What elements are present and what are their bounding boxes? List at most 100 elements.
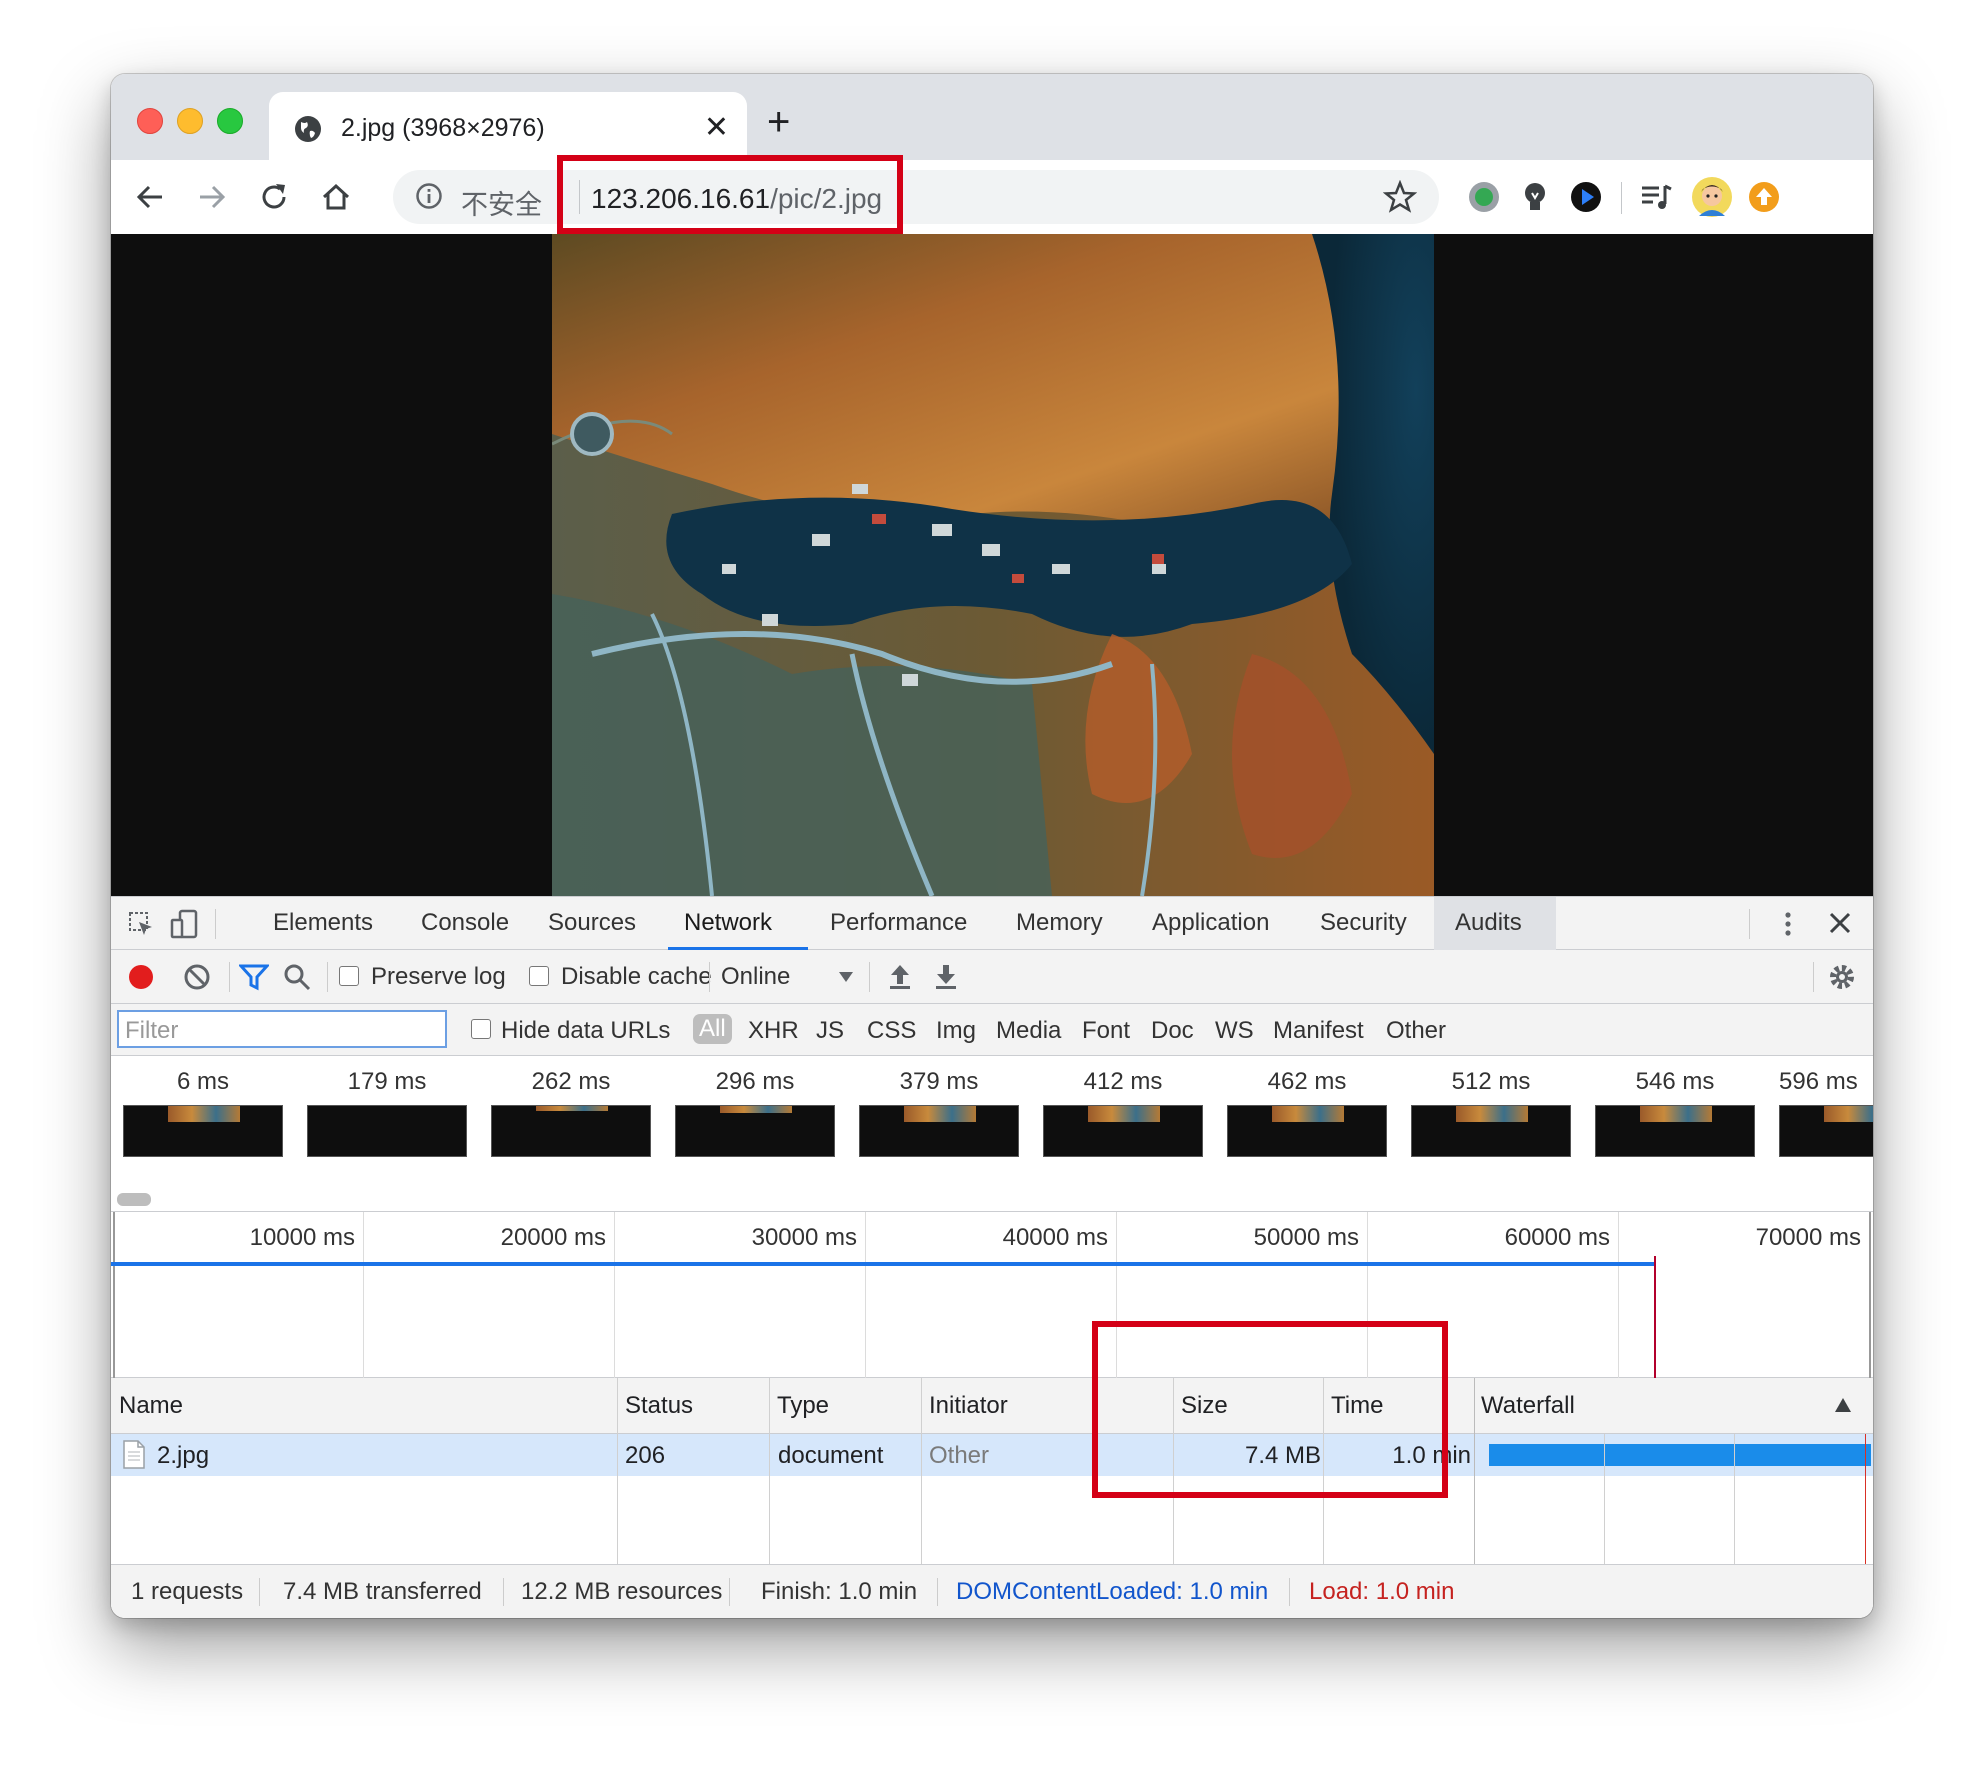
filter-type-font[interactable]: Font	[1082, 1017, 1130, 1045]
export-har-icon[interactable]	[933, 962, 959, 990]
close-tab-icon[interactable]: ✕	[704, 110, 729, 145]
overview-tick: 60000 ms	[1504, 1224, 1610, 1251]
bookmark-star-icon[interactable]	[1383, 180, 1417, 214]
hide-data-urls-label: Hide data URLs	[501, 1017, 671, 1044]
frame-time: 412 ms	[1083, 1068, 1163, 1095]
play-extension-icon[interactable]	[1567, 178, 1605, 216]
filter-type-xhr[interactable]: XHR	[748, 1017, 799, 1045]
overview-gridline	[865, 1212, 866, 1378]
network-overview-timeline[interactable]: 10000 ms 20000 ms 30000 ms 40000 ms 5000…	[111, 1212, 1873, 1378]
reload-button[interactable]	[251, 174, 297, 220]
close-devtools-icon[interactable]	[1829, 912, 1851, 934]
update-arrow-icon[interactable]	[1745, 178, 1783, 216]
chevron-down-icon[interactable]	[839, 972, 853, 982]
filter-type-ws[interactable]: WS	[1215, 1017, 1254, 1045]
record-icon[interactable]	[127, 963, 155, 991]
frame-thumbnail	[675, 1105, 835, 1157]
resources-size: 12.2 MB resources	[521, 1578, 723, 1605]
search-icon[interactable]	[283, 963, 311, 991]
filter-input[interactable]: Filter	[117, 1010, 447, 1048]
filter-funnel-icon[interactable]	[239, 963, 269, 991]
dom-content-loaded-time: DOMContentLoaded: 1.0 min	[956, 1578, 1269, 1605]
forward-button[interactable]	[189, 174, 235, 220]
waterfall-gridline	[1734, 1434, 1735, 1564]
aerial-photo-image	[552, 234, 1434, 896]
minimize-window-button[interactable]	[177, 108, 203, 134]
media-control-icon[interactable]	[1637, 178, 1675, 216]
tab-sources[interactable]: Sources	[548, 909, 636, 937]
filter-type-doc[interactable]: Doc	[1151, 1017, 1194, 1045]
lightbulb-extension-icon[interactable]	[1516, 178, 1554, 216]
info-icon[interactable]	[415, 182, 443, 210]
globe-icon	[295, 116, 321, 142]
toolbar-divider	[709, 962, 710, 992]
frame-time: 6 ms	[176, 1068, 229, 1095]
column-header-name[interactable]: Name	[119, 1392, 183, 1420]
sort-ascending-icon[interactable]	[1835, 1398, 1851, 1412]
overview-request-bar	[111, 1262, 1655, 1266]
request-table-header: Name Status Type Initiator Size Time Wat…	[111, 1378, 1873, 1434]
frame-time: 296 ms	[715, 1068, 795, 1095]
column-header-waterfall[interactable]: Waterfall	[1481, 1392, 1575, 1420]
filter-bar: Filter Hide data URLs All XHR JS CSS Img…	[111, 1004, 1873, 1056]
table-row[interactable]: 2.jpg 206 document Other 7.4 MB 1.0 min	[111, 1434, 1873, 1476]
inspect-element-icon[interactable]	[127, 910, 155, 938]
column-header-status[interactable]: Status	[625, 1392, 693, 1420]
gear-icon[interactable]	[1827, 962, 1857, 992]
disable-cache-label: Disable cache	[561, 963, 712, 990]
tab-audits[interactable]: Audits	[1455, 909, 1522, 937]
overview-tick: 20000 ms	[500, 1224, 606, 1251]
preserve-log-label: Preserve log	[371, 963, 506, 990]
hide-data-urls-checkbox[interactable]	[471, 1019, 491, 1039]
back-arrow-icon	[136, 185, 162, 209]
close-window-button[interactable]	[137, 108, 163, 134]
filter-type-media[interactable]: Media	[996, 1017, 1061, 1045]
filter-type-manifest[interactable]: Manifest	[1273, 1017, 1364, 1045]
filter-type-img[interactable]: Img	[936, 1017, 976, 1045]
tab-network[interactable]: Network	[684, 909, 772, 937]
device-toolbar-icon[interactable]	[169, 909, 199, 939]
security-label[interactable]: 不安全	[461, 183, 542, 222]
tab-console[interactable]: Console	[421, 909, 509, 937]
status-divider	[937, 1578, 938, 1606]
overview-tick: 10000 ms	[249, 1224, 355, 1251]
green-circle-extension-icon[interactable]	[1465, 178, 1503, 216]
column-header-type[interactable]: Type	[777, 1392, 829, 1420]
more-options-icon[interactable]	[1783, 910, 1793, 938]
filter-type-js[interactable]: JS	[816, 1017, 844, 1045]
overview-gridline	[1618, 1212, 1619, 1378]
tab-memory[interactable]: Memory	[1016, 909, 1103, 937]
frame-thumbnail	[1779, 1105, 1873, 1157]
scrollbar-thumb[interactable]	[117, 1193, 151, 1206]
throttling-select[interactable]: Online	[721, 963, 790, 991]
toolbar-divider	[1621, 182, 1622, 214]
preserve-log-checkbox[interactable]	[339, 966, 359, 986]
maximize-window-button[interactable]	[217, 108, 243, 134]
import-har-icon[interactable]	[887, 962, 913, 990]
browser-tab[interactable]: 2.jpg (3968×2976) ✕	[269, 92, 747, 160]
address-bar[interactable]: 不安全 123.206.16.61/pic/2.jpg	[393, 170, 1439, 224]
back-button[interactable]	[127, 174, 173, 220]
toolbar-divider	[869, 962, 870, 992]
column-divider	[1474, 1378, 1475, 1564]
tab-elements[interactable]: Elements	[273, 909, 373, 937]
profile-avatar[interactable]	[1691, 176, 1733, 218]
toolbar-divider	[229, 962, 230, 992]
tab-strip: 2.jpg (3968×2976) ✕ +	[111, 74, 1873, 160]
tab-application[interactable]: Application	[1152, 909, 1269, 937]
new-tab-button[interactable]: +	[767, 102, 790, 142]
filter-type-all[interactable]: All	[693, 1014, 732, 1044]
home-button[interactable]	[313, 174, 359, 220]
network-toolbar: Preserve log Disable cache Online	[111, 950, 1873, 1004]
tab-performance[interactable]: Performance	[830, 909, 967, 937]
load-event-marker	[1654, 1256, 1656, 1378]
transferred-size: 7.4 MB transferred	[283, 1578, 482, 1605]
filmstrip-scrollbar[interactable]	[111, 1184, 1873, 1212]
disable-cache-checkbox[interactable]	[529, 966, 549, 986]
column-header-initiator[interactable]: Initiator	[929, 1392, 1008, 1420]
clear-icon[interactable]	[183, 963, 211, 991]
tab-title: 2.jpg (3968×2976)	[341, 114, 545, 142]
filter-type-css[interactable]: CSS	[867, 1017, 916, 1045]
filter-type-other[interactable]: Other	[1386, 1017, 1446, 1045]
tab-security[interactable]: Security	[1320, 909, 1407, 937]
